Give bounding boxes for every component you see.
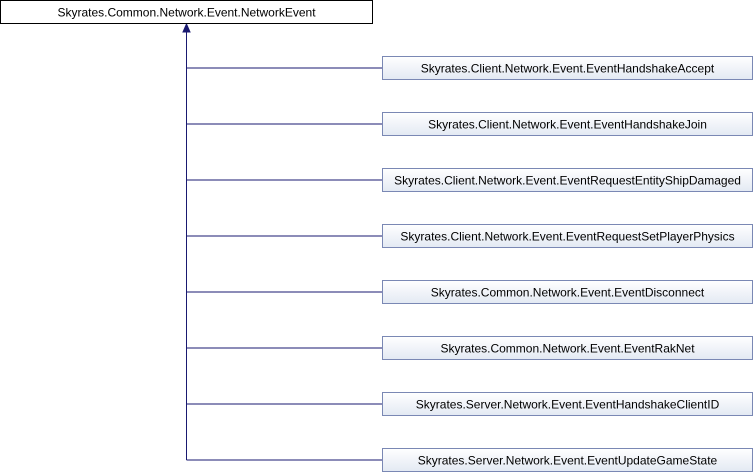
inheritance-arrowhead [182,22,191,33]
derived-class-node[interactable]: Skyrates.Client.Network.Event.EventHands… [382,56,753,80]
derived-class-label[interactable]: Skyrates.Server.Network.Event.EventHands… [416,398,720,412]
derived-class-label[interactable]: Skyrates.Client.Network.Event.EventReque… [400,230,734,244]
inheritance-edges [182,22,383,461]
derived-class-node[interactable]: Skyrates.Common.Network.Event.EventDisco… [382,280,753,304]
inheritance-diagram: Skyrates.Common.Network.Event.NetworkEve… [0,0,753,472]
derived-class-nodes: Skyrates.Client.Network.Event.EventHands… [382,56,753,472]
derived-class-label[interactable]: Skyrates.Client.Network.Event.EventHands… [428,118,707,132]
derived-class-node[interactable]: Skyrates.Client.Network.Event.EventReque… [382,168,753,192]
derived-class-node[interactable]: Skyrates.Common.Network.Event.EventRakNe… [382,336,753,360]
derived-class-label[interactable]: Skyrates.Client.Network.Event.EventHands… [421,62,715,76]
derived-class-label[interactable]: Skyrates.Common.Network.Event.EventRakNe… [440,342,695,356]
derived-class-node[interactable]: Skyrates.Server.Network.Event.EventHands… [382,392,753,416]
derived-class-label[interactable]: Skyrates.Server.Network.Event.EventUpdat… [418,454,718,468]
derived-class-node[interactable]: Skyrates.Client.Network.Event.EventHands… [382,112,753,136]
derived-class-node[interactable]: Skyrates.Server.Network.Event.EventUpdat… [382,448,753,472]
derived-class-label[interactable]: Skyrates.Common.Network.Event.EventDisco… [431,286,705,300]
base-class-label: Skyrates.Common.Network.Event.NetworkEve… [57,6,316,20]
derived-class-node[interactable]: Skyrates.Client.Network.Event.EventReque… [382,224,753,248]
derived-class-label[interactable]: Skyrates.Client.Network.Event.EventReque… [394,174,741,188]
base-class-node: Skyrates.Common.Network.Event.NetworkEve… [0,0,373,24]
